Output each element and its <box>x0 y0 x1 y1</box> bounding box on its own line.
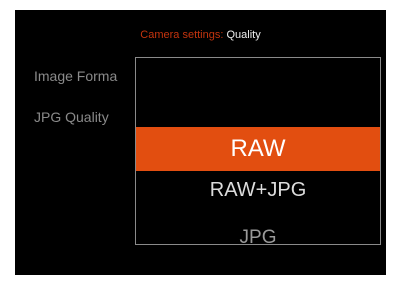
breadcrumb-current: Quality <box>223 29 261 41</box>
option-raw[interactable]: RAW <box>136 127 380 171</box>
breadcrumb-parent: Camera settings: <box>140 29 224 41</box>
setting-image-format[interactable]: Image Forma <box>34 67 117 85</box>
breadcrumb: Camera settings: Quality <box>15 28 386 42</box>
option-raw-jpg[interactable]: RAW+JPG <box>136 175 380 205</box>
setting-jpg-quality[interactable]: JPG Quality <box>34 108 109 126</box>
image-format-dropdown[interactable]: RAW RAW+JPG JPG <box>135 57 381 245</box>
camera-screen: Camera settings: Quality Image Forma JPG… <box>15 10 386 275</box>
option-jpg[interactable]: JPG <box>136 223 380 244</box>
